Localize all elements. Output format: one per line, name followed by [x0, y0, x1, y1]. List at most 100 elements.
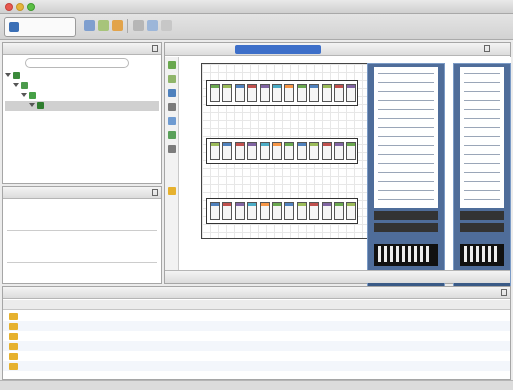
bay-color-marker [347, 203, 356, 206]
cabinet-tool-icon[interactable] [168, 131, 176, 139]
rack-row[interactable] [206, 80, 358, 106]
connection-tool-icon[interactable] [168, 89, 176, 97]
perspective-switcher[interactable] [4, 17, 76, 37]
rack-bay[interactable] [234, 84, 245, 102]
marquee-tool-icon[interactable] [168, 75, 176, 83]
chevron-down-icon[interactable] [5, 73, 11, 77]
rack-bay[interactable] [284, 84, 295, 102]
minimize-panel-icon[interactable] [501, 289, 507, 296]
chevron-down-icon[interactable] [21, 93, 27, 97]
rack-bay[interactable] [346, 142, 357, 160]
rack-bay[interactable] [321, 202, 332, 220]
chevron-down-icon[interactable] [13, 83, 19, 87]
rack-bay[interactable] [210, 202, 220, 220]
rack-bay[interactable] [222, 202, 233, 220]
filter-input[interactable] [25, 58, 129, 68]
rack-slot [378, 145, 434, 146]
tree-item[interactable] [5, 81, 159, 91]
minimize-panel-icon[interactable] [152, 189, 158, 196]
close-window-button[interactable] [5, 3, 13, 11]
table-row[interactable] [3, 351, 510, 361]
tree-item[interactable] [5, 101, 159, 111]
rack-slot [464, 136, 500, 137]
editor-canvas[interactable] [181, 57, 511, 287]
rack-bay[interactable] [234, 202, 245, 220]
select-tool-icon[interactable] [168, 61, 176, 69]
rack-bay[interactable] [284, 202, 295, 220]
rack-bay[interactable] [296, 84, 307, 102]
rack-bay[interactable] [222, 84, 233, 102]
rack-view-right[interactable] [453, 63, 511, 287]
rack-slot [378, 199, 434, 200]
table-row[interactable] [3, 311, 510, 321]
rack-bay[interactable] [309, 84, 320, 102]
rack-bay[interactable] [247, 84, 258, 102]
rack-bay[interactable] [272, 202, 282, 220]
rack-bay[interactable] [222, 142, 233, 160]
rack-tray [374, 223, 438, 232]
rack-tool-icon[interactable] [168, 117, 176, 125]
rack-bay[interactable] [346, 202, 357, 220]
chevron-down-icon[interactable] [29, 103, 35, 107]
patch-port [488, 246, 491, 262]
editor-tab-active[interactable] [235, 45, 321, 54]
bay-color-marker [273, 85, 281, 88]
open-icon[interactable] [98, 20, 109, 31]
tree-item[interactable] [5, 71, 159, 81]
rack-bay[interactable] [234, 142, 245, 160]
rack-bay[interactable] [321, 84, 332, 102]
rack-bay[interactable] [247, 142, 258, 160]
rack-row[interactable] [206, 198, 358, 224]
rack-slot [464, 154, 500, 155]
rack-bay[interactable] [259, 202, 270, 220]
rack-bay[interactable] [210, 142, 220, 160]
rack-bay[interactable] [309, 202, 320, 220]
table-header [3, 300, 510, 310]
rack-bay[interactable] [334, 202, 344, 220]
rack-bay[interactable] [296, 142, 307, 160]
status-bar [0, 380, 513, 390]
save-icon[interactable] [112, 20, 123, 31]
rack-bay[interactable] [334, 142, 344, 160]
zoom-window-button[interactable] [27, 3, 35, 11]
table-row[interactable] [3, 321, 510, 331]
rack-bay[interactable] [309, 142, 320, 160]
table-row[interactable] [3, 331, 510, 341]
redo-icon[interactable] [147, 20, 158, 31]
rack-view-left[interactable] [367, 63, 445, 287]
rack-row[interactable] [206, 138, 358, 164]
filter-button[interactable] [133, 58, 157, 68]
rack-bay[interactable] [284, 142, 295, 160]
bay-color-marker [235, 143, 244, 146]
rack-bay[interactable] [272, 142, 282, 160]
shelf-tool-icon[interactable] [168, 145, 176, 153]
patch-port [464, 246, 467, 262]
table-row[interactable] [3, 341, 510, 351]
rack-bay[interactable] [346, 84, 357, 102]
rack-slot [378, 154, 434, 155]
patch-port [414, 246, 417, 262]
table-row[interactable] [3, 361, 510, 371]
rack-bay[interactable] [321, 142, 332, 160]
folder-icon [9, 313, 18, 320]
rack-slot [378, 73, 434, 74]
tree-item[interactable] [5, 91, 159, 101]
rack-bay[interactable] [334, 84, 344, 102]
zoom-tool-icon[interactable] [168, 103, 176, 111]
minimize-panel-icon[interactable] [152, 45, 158, 52]
layout-drawing[interactable] [201, 63, 385, 239]
rack-bay[interactable] [259, 84, 270, 102]
editor-view-menu-icon[interactable] [484, 45, 490, 52]
undo-icon[interactable] [133, 20, 144, 31]
rack-bay[interactable] [272, 84, 282, 102]
minimize-window-button[interactable] [16, 3, 24, 11]
tool-palette [165, 57, 179, 271]
rack-bay[interactable] [296, 202, 307, 220]
bay-color-marker [335, 203, 343, 206]
folder-tool-icon[interactable] [168, 187, 176, 195]
run-icon[interactable] [161, 20, 172, 31]
rack-bay[interactable] [247, 202, 258, 220]
rack-bay[interactable] [210, 84, 220, 102]
rack-bay[interactable] [259, 142, 270, 160]
new-icon[interactable] [84, 20, 95, 31]
